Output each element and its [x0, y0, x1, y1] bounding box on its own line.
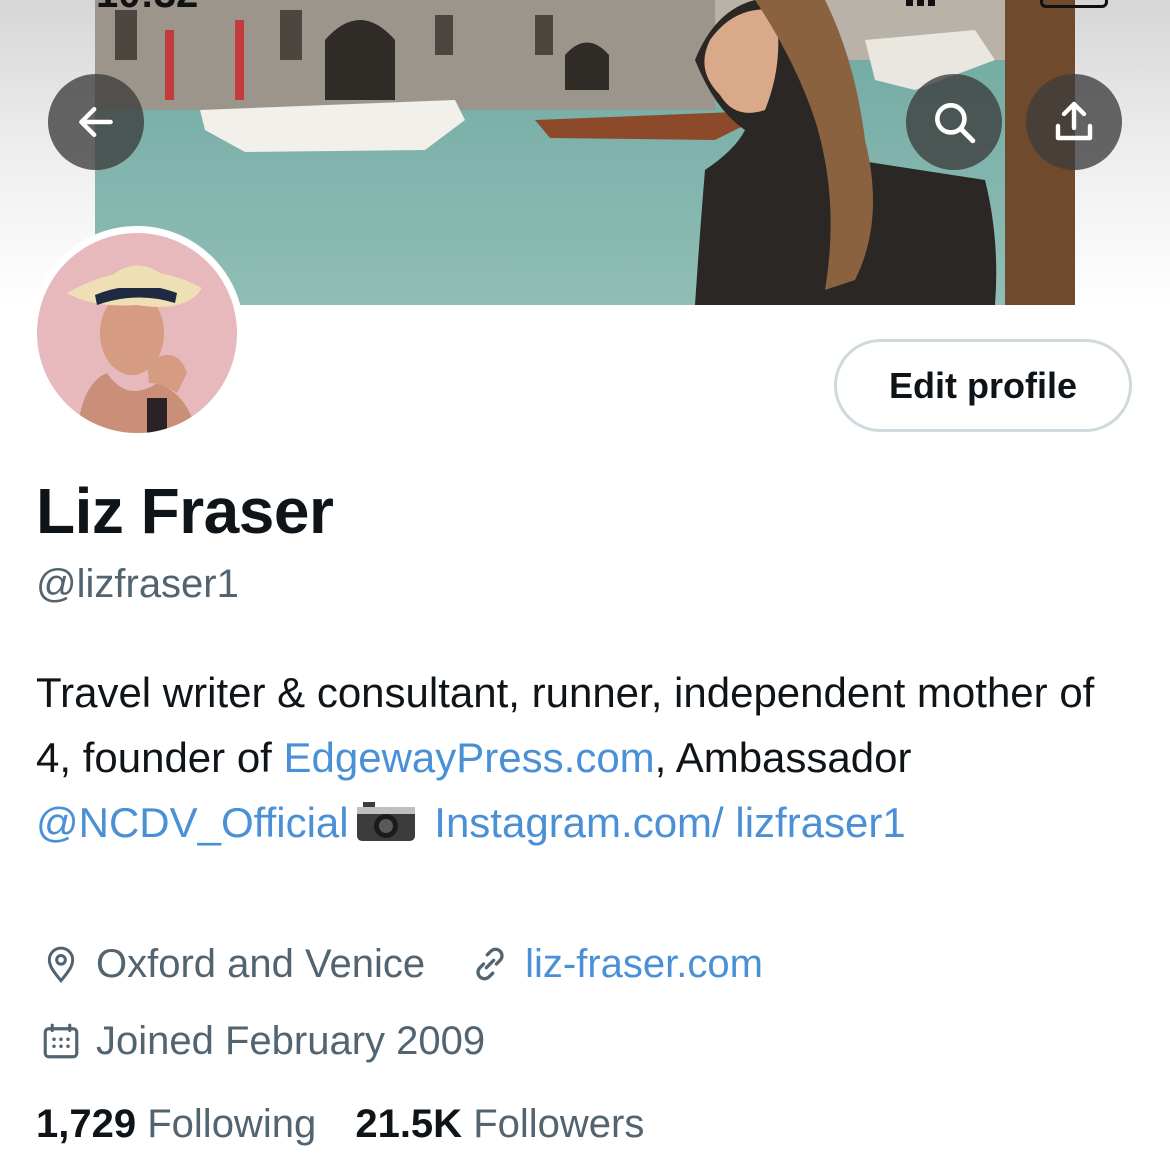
arrow-left-icon: [79, 106, 113, 138]
website-link[interactable]: liz-fraser.com: [525, 942, 763, 987]
status-time: 10:32: [96, 0, 198, 17]
location-text: Oxford and Venice: [96, 941, 426, 986]
following-label: Following: [147, 1102, 317, 1146]
edit-profile-button[interactable]: Edit profile: [834, 339, 1132, 432]
battery-icon: [1040, 0, 1108, 8]
link-icon: [465, 939, 515, 989]
follow-counts: 1,729 Following 21.5K Followers: [36, 1102, 644, 1147]
search-button[interactable]: [906, 74, 1002, 170]
website-group: liz-fraser.com: [465, 939, 763, 989]
following-count: 1,729: [36, 1102, 137, 1146]
profile-bio: Travel writer & consultant, runner, inde…: [36, 660, 1126, 861]
profile-name: Liz Fraser: [36, 475, 334, 547]
status-bar: 10:32: [0, 0, 1170, 16]
bio-mention-ncdv[interactable]: @NCDV_Official: [36, 799, 349, 846]
avatar-image: [37, 233, 237, 433]
location-row: Oxford and Venice liz-fraser.com: [36, 937, 763, 991]
search-icon: [935, 103, 976, 144]
joined-text: Joined February 2009: [96, 1018, 486, 1063]
bio-link-edgewaypress[interactable]: EdgewayPress.com: [284, 734, 655, 781]
share-button[interactable]: [1026, 74, 1122, 170]
bio-text-2: , Ambassador: [654, 734, 912, 781]
calendar-icon: [36, 1016, 86, 1066]
followers-count: 21.5K: [355, 1102, 463, 1146]
back-button[interactable]: [48, 74, 144, 170]
followers-label: Followers: [473, 1102, 645, 1146]
avatar[interactable]: [30, 226, 244, 440]
location-pin-icon: [36, 939, 86, 989]
bio-link-instagram[interactable]: Instagram.com/ lizfraser1: [434, 799, 905, 846]
profile-handle: @lizfraser1: [36, 562, 239, 606]
joined-row: Joined February 2009: [36, 1014, 485, 1068]
share-icon: [1055, 101, 1093, 141]
camera-icon: [355, 796, 417, 861]
signal-icon: [906, 0, 935, 6]
followers-link[interactable]: 21.5K Followers: [355, 1102, 644, 1146]
following-link[interactable]: 1,729 Following: [36, 1102, 316, 1146]
